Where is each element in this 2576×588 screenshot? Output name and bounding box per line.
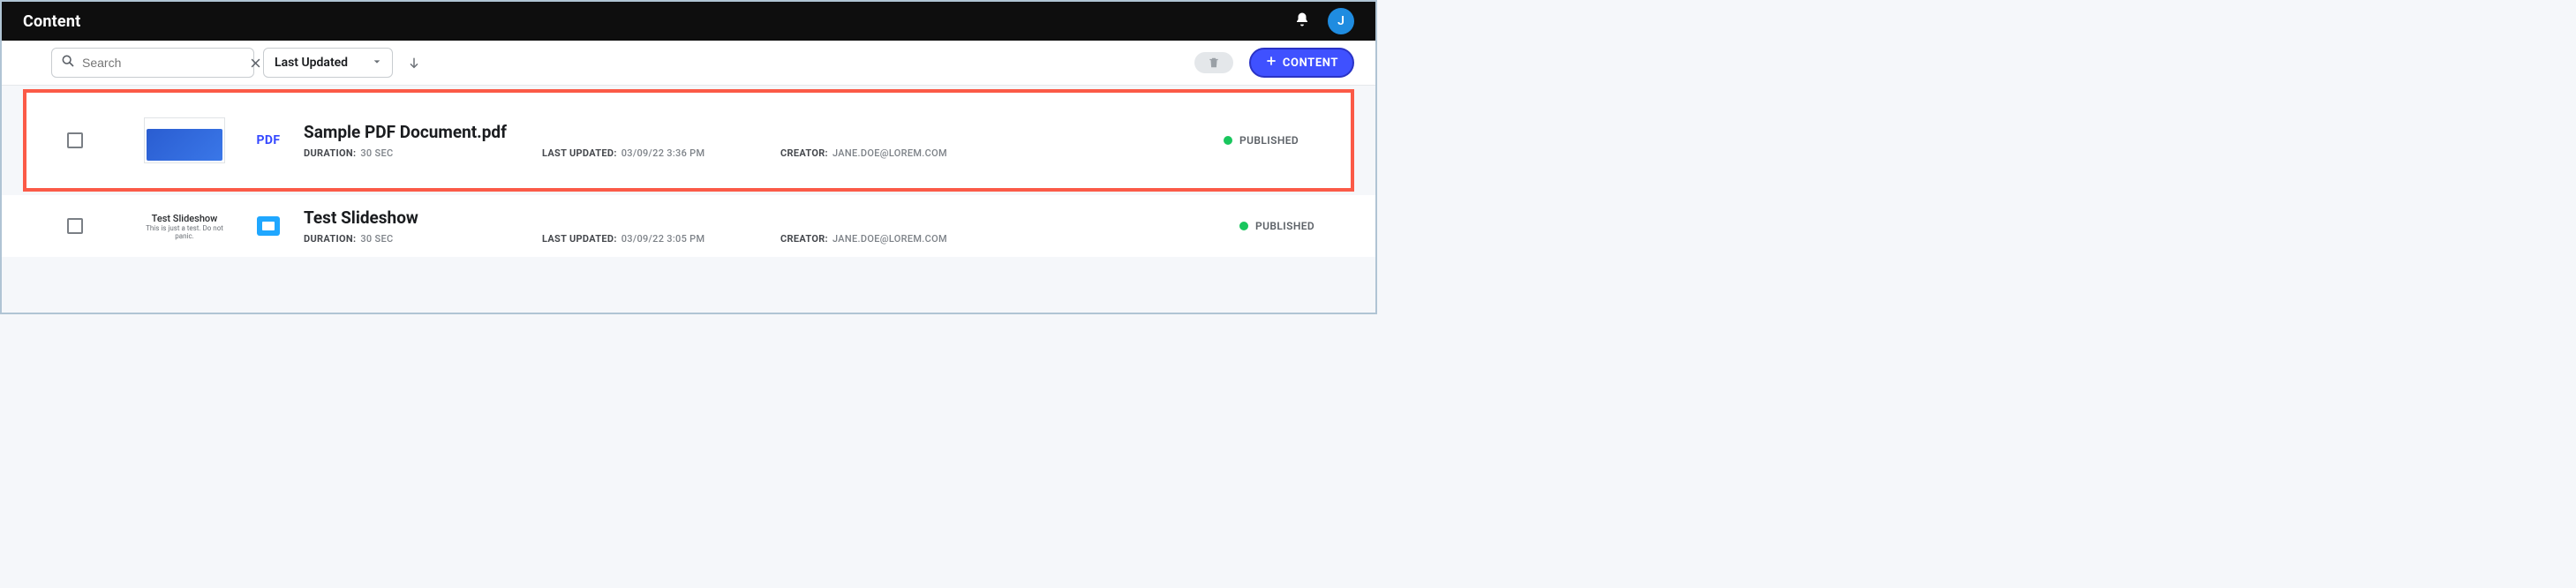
duration-label: DURATION: <box>304 147 356 159</box>
updated-value: 03/09/22 3:05 PM <box>621 233 705 245</box>
status-dot-icon <box>1224 136 1232 145</box>
item-title: Test Slideshow <box>304 207 1224 228</box>
creator-label: CREATOR: <box>780 147 828 159</box>
type-indicator: PDF <box>249 133 288 147</box>
thumb-title: Test Slideshow <box>144 213 225 224</box>
sort-direction-toggle[interactable] <box>402 50 426 75</box>
thumb-subtitle: This is just a test. Do not panic. <box>144 224 225 240</box>
topbar: Content J <box>2 2 1375 41</box>
topbar-right: J <box>1294 8 1354 34</box>
duration-value: 30 SEC <box>360 147 393 159</box>
slideshow-thumbnail: Test Slideshow This is just a test. Do n… <box>144 213 225 240</box>
row-checkbox[interactable] <box>67 218 83 234</box>
thumbnail <box>136 117 233 163</box>
status-text: PUBLISHED <box>1255 220 1314 232</box>
row-checkbox[interactable] <box>67 132 83 148</box>
avatar-initial: J <box>1337 14 1344 28</box>
toolbar-right: CONTENT <box>1194 48 1354 78</box>
creator-value: JANE.DOE@LOREM.COM <box>832 233 947 245</box>
row-details: Sample PDF Document.pdf DURATION: 30 SEC… <box>304 122 1208 159</box>
status-badge: PUBLISHED <box>1239 220 1354 232</box>
sort-dropdown[interactable]: Last Updated <box>263 48 393 78</box>
add-content-label: CONTENT <box>1283 57 1338 70</box>
clear-icon[interactable] <box>249 57 262 70</box>
delete-button[interactable] <box>1194 52 1233 73</box>
sort-selected-label: Last Updated <box>275 56 348 70</box>
search-icon <box>61 54 75 72</box>
updated-value: 03/09/22 3:36 PM <box>621 147 705 159</box>
updated-label: LAST UPDATED: <box>542 233 617 245</box>
add-content-button[interactable]: CONTENT <box>1249 48 1354 78</box>
pdf-type-label: PDF <box>256 133 280 147</box>
chevron-down-icon <box>373 56 381 70</box>
page-title: Content <box>23 12 80 31</box>
slideshow-icon <box>257 216 280 236</box>
pdf-thumbnail <box>144 117 225 163</box>
plus-icon <box>1265 55 1277 71</box>
meta-line: DURATION: 30 SEC LAST UPDATED: 03/09/22 … <box>304 147 1208 159</box>
status-badge: PUBLISHED <box>1224 134 1338 147</box>
meta-line: DURATION: 30 SEC LAST UPDATED: 03/09/22 … <box>304 233 1224 245</box>
type-indicator <box>249 216 288 236</box>
toolbar: Last Updated CONTENT <box>2 41 1375 86</box>
avatar[interactable]: J <box>1328 8 1354 34</box>
row-details: Test Slideshow DURATION: 30 SEC LAST UPD… <box>304 207 1224 245</box>
updated-label: LAST UPDATED: <box>542 147 617 159</box>
status-text: PUBLISHED <box>1239 134 1299 147</box>
content-row[interactable]: PDF Sample PDF Document.pdf DURATION: 30… <box>23 89 1354 192</box>
duration-value: 30 SEC <box>360 233 393 245</box>
notifications-icon[interactable] <box>1294 11 1310 31</box>
creator-value: JANE.DOE@LOREM.COM <box>832 147 947 159</box>
status-dot-icon <box>1239 222 1248 230</box>
thumbnail: Test Slideshow This is just a test. Do n… <box>136 213 233 240</box>
search-input[interactable] <box>82 56 242 70</box>
item-title: Sample PDF Document.pdf <box>304 122 1208 142</box>
search-field[interactable] <box>51 48 254 78</box>
creator-label: CREATOR: <box>780 233 828 245</box>
content-row[interactable]: Test Slideshow This is just a test. Do n… <box>2 195 1375 257</box>
duration-label: DURATION: <box>304 233 356 245</box>
